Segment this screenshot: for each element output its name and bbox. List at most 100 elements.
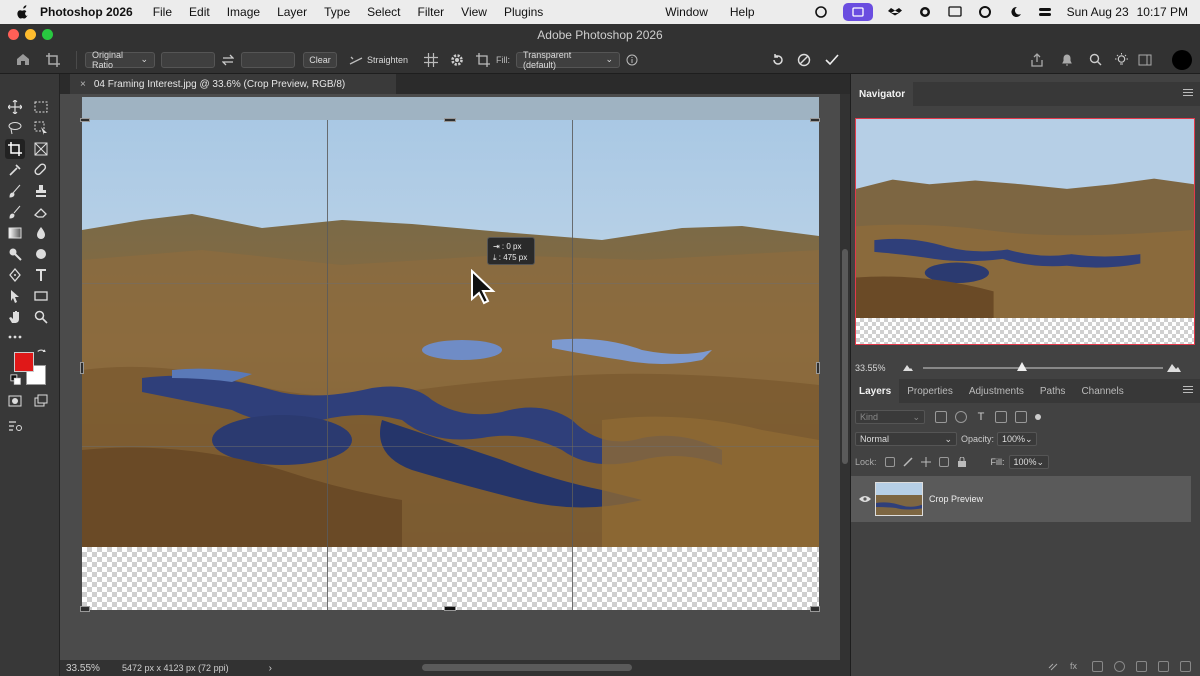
overlay-grid-icon[interactable] (418, 50, 444, 70)
status-zoom[interactable]: 33.55% (66, 663, 122, 674)
zoom-tool-icon[interactable] (32, 308, 50, 326)
menubar-clock[interactable]: 10:17 PM (1137, 5, 1188, 19)
eraser-tool-icon[interactable] (32, 203, 50, 221)
tab-layers[interactable]: Layers (851, 379, 900, 403)
eyedropper-tool-icon[interactable] (6, 161, 24, 179)
crop-handle-top-left[interactable] (80, 118, 90, 122)
search-icon[interactable] (1084, 50, 1106, 70)
apple-icon[interactable] (16, 5, 30, 19)
ratio-dropdown[interactable]: Original Ratio ⌄ (85, 50, 155, 70)
sponge-tool-icon[interactable] (32, 245, 50, 263)
display-icon[interactable] (947, 5, 963, 19)
straighten-icon[interactable] (345, 50, 367, 70)
discover-lightbulb-icon[interactable] (1110, 50, 1132, 70)
menu-view[interactable]: View (461, 5, 487, 19)
lock-all-icon[interactable] (957, 456, 967, 467)
type-filter-icon[interactable]: T (975, 411, 987, 423)
home-icon[interactable] (8, 50, 38, 70)
swap-dimensions-icon[interactable] (215, 50, 241, 70)
crop-handle-top-right[interactable] (810, 118, 820, 122)
status-info-arrow[interactable]: › (269, 663, 272, 674)
eye-icon[interactable] (859, 495, 871, 503)
screen-mode-icon[interactable] (32, 392, 50, 410)
edit-toolbar-icon[interactable] (6, 416, 24, 434)
screen-share-icon[interactable] (842, 3, 873, 21)
layer-name[interactable]: Crop Preview (929, 494, 983, 504)
straighten-button[interactable]: Straighten (367, 55, 408, 65)
share-icon[interactable] (1026, 50, 1048, 70)
lasso-tool-icon[interactable] (6, 119, 24, 137)
frame-tool-icon[interactable] (32, 140, 50, 158)
photo-canvas[interactable] (82, 120, 819, 547)
navigator-zoom-value[interactable]: 33.55% (855, 363, 886, 373)
cancel-crop-icon[interactable] (790, 50, 818, 70)
fill-dropdown[interactable]: Transparent (default) ⌄ (516, 50, 621, 70)
reset-crop-icon[interactable] (764, 50, 792, 70)
panel-menu-icon[interactable] (1183, 89, 1193, 99)
shape-filter-icon[interactable] (995, 411, 1007, 423)
info-icon[interactable] (620, 50, 644, 70)
menu-filter[interactable]: Filter (417, 5, 444, 19)
crop-tool-icon[interactable] (5, 139, 25, 159)
tab-properties[interactable]: Properties (899, 379, 961, 403)
delete-layer-icon[interactable] (1180, 660, 1191, 672)
zoom-in-mountain-icon[interactable] (1167, 362, 1181, 372)
kind-filter-dropdown[interactable]: Kind ⌄ (855, 410, 925, 424)
crop-handle-right[interactable] (816, 362, 820, 374)
crop-handle-left[interactable] (80, 362, 84, 374)
gear-icon[interactable] (444, 50, 470, 70)
pixel-filter-icon[interactable] (935, 411, 947, 423)
maximize-window-button[interactable] (42, 29, 53, 40)
gradient-tool-icon[interactable] (6, 224, 24, 242)
close-document-button[interactable]: × (80, 79, 86, 90)
close-window-button[interactable] (8, 29, 19, 40)
type-tool-icon[interactable] (32, 266, 50, 284)
menu-plugins[interactable]: Plugins (504, 5, 543, 19)
adjustment-filter-icon[interactable] (955, 411, 967, 423)
creative-cloud-icon[interactable] (813, 5, 829, 19)
navigator-thumbnail[interactable] (855, 118, 1195, 345)
crop-handle-bottom-left[interactable] (80, 606, 90, 612)
menu-layer[interactable]: Layer (277, 5, 307, 19)
brush-tool-icon[interactable] (6, 182, 24, 200)
content-aware-crop-icon[interactable] (470, 50, 496, 70)
document-tab[interactable]: × 04 Framing Interest.jpg @ 33.6% (Crop … (70, 74, 396, 94)
app-name-menu[interactable]: Photoshop 2026 (40, 5, 133, 19)
crop-handle-top[interactable] (444, 118, 456, 122)
vertical-scrollbar[interactable] (840, 94, 850, 660)
swap-colors-icon[interactable] (36, 348, 48, 360)
default-colors-icon[interactable] (10, 374, 22, 386)
menu-select[interactable]: Select (367, 5, 400, 19)
smart-object-filter-icon[interactable] (1015, 411, 1027, 423)
quicktime-icon[interactable] (977, 5, 993, 19)
dodge-tool-icon[interactable] (6, 245, 24, 263)
menu-file[interactable]: File (153, 5, 172, 19)
canvas-area[interactable]: ⇥ : 0 px ⤓ : 475 px (60, 94, 840, 660)
tab-paths[interactable]: Paths (1032, 379, 1074, 403)
clone-stamp-tool-icon[interactable] (32, 182, 50, 200)
moon-icon[interactable] (1007, 5, 1023, 19)
navigator-zoom-knob[interactable] (1017, 362, 1027, 371)
panel-menu-icon[interactable] (1183, 386, 1193, 396)
dropbox-icon[interactable] (887, 5, 903, 19)
lock-artboard-icon[interactable] (938, 457, 949, 467)
menu-window[interactable]: Window (665, 5, 708, 19)
filter-toggle-icon[interactable] (1035, 414, 1041, 420)
menu-help[interactable]: Help (730, 5, 755, 19)
blend-mode-dropdown[interactable]: Normal ⌄ (855, 432, 957, 446)
opacity-dropdown[interactable]: 100% ⌄ (997, 432, 1038, 446)
vertical-scroll-thumb[interactable] (842, 249, 848, 464)
minimize-window-button[interactable] (25, 29, 36, 40)
avatar[interactable] (1172, 50, 1192, 70)
new-adjustment-layer-icon[interactable] (1114, 660, 1125, 672)
navigator-zoom-slider[interactable] (923, 367, 1163, 369)
path-selection-tool-icon[interactable] (6, 287, 24, 305)
crop-handle-bottom-right[interactable] (810, 606, 820, 612)
workspace-icon[interactable] (1134, 50, 1156, 70)
rectangle-tool-icon[interactable] (32, 287, 50, 305)
crop-height-input[interactable] (241, 51, 295, 68)
history-brush-tool-icon[interactable] (6, 203, 24, 221)
control-center-icon[interactable] (1037, 5, 1053, 19)
clear-button[interactable]: Clear (303, 51, 337, 68)
zoom-out-mountain-icon[interactable] (903, 363, 913, 371)
